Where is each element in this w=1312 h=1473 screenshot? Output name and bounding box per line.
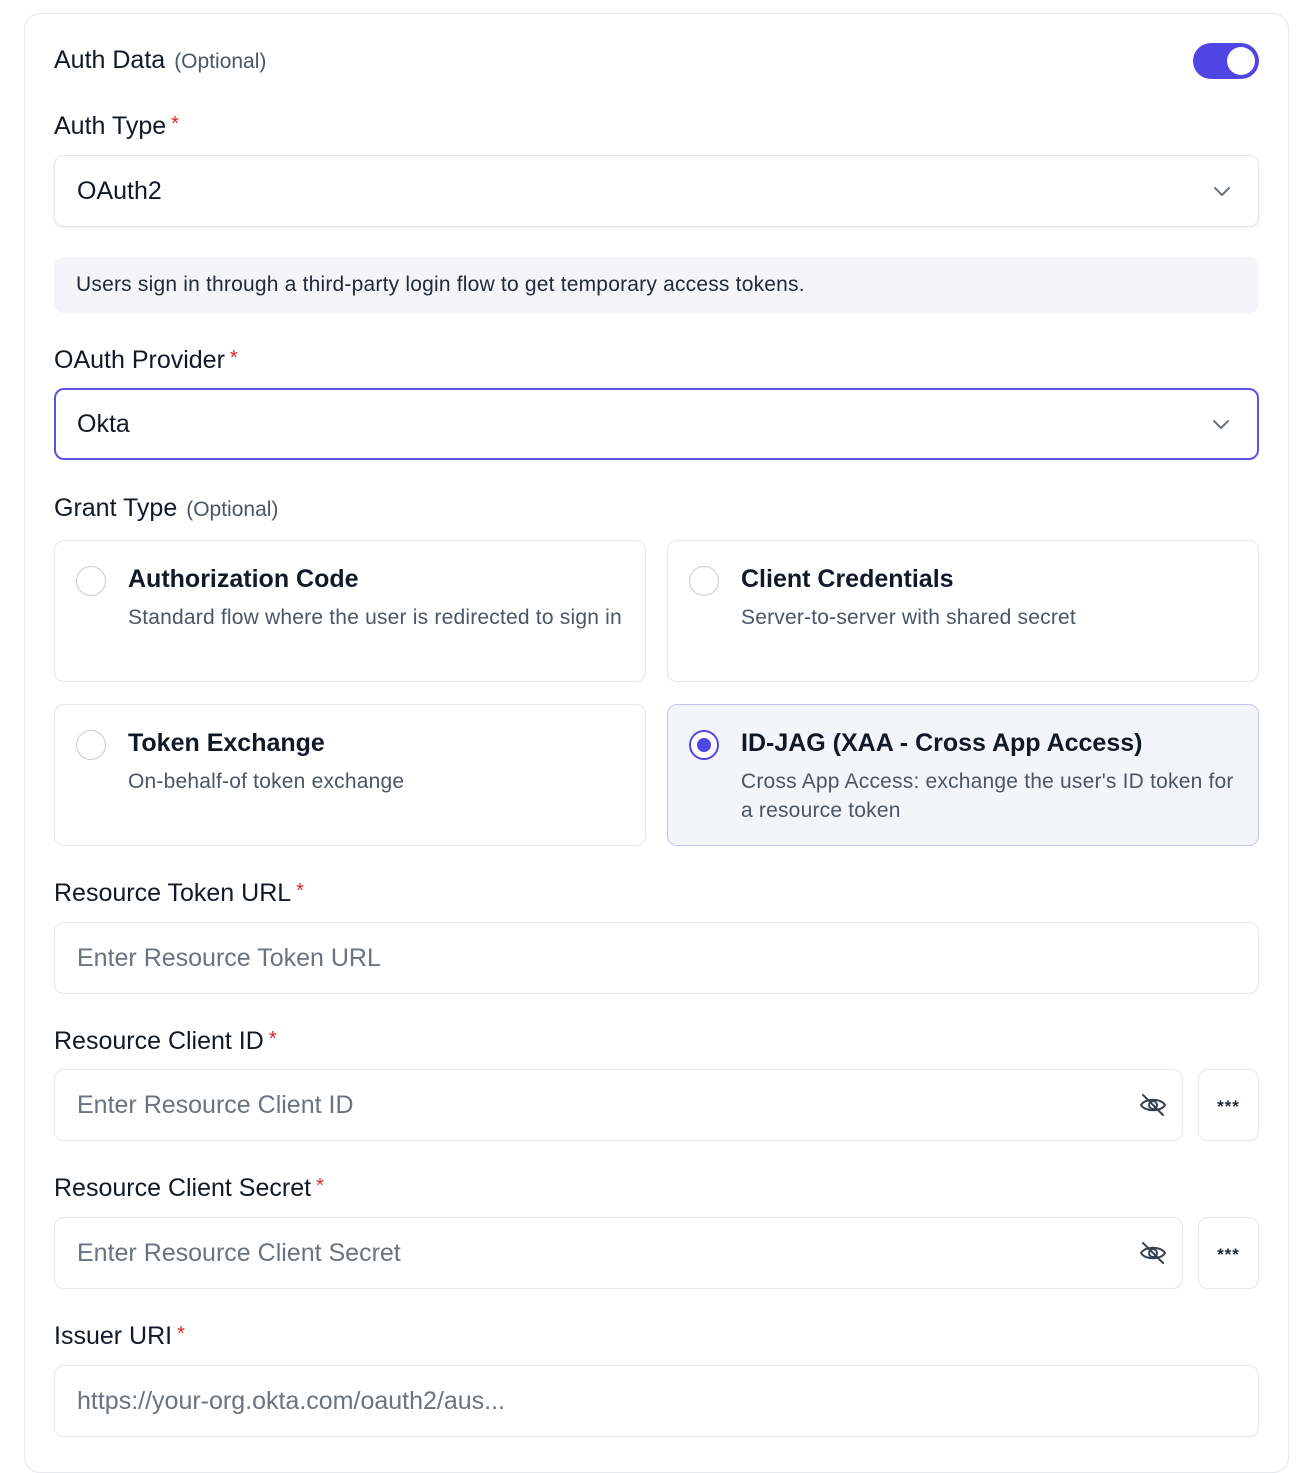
grant-option-title: ID-JAG (XAA - Cross App Access): [741, 729, 1143, 757]
oauth-provider-label-row: OAuth Provider *: [54, 346, 238, 375]
toggle-knob: [1227, 47, 1255, 75]
resource-client-id-field[interactable]: [54, 1069, 1183, 1141]
resource-token-url-field[interactable]: [54, 922, 1259, 994]
secret-toggle-button[interactable]: ***: [1198, 1217, 1259, 1289]
resource-client-secret-label-row: Resource Client Secret *: [54, 1174, 324, 1203]
auth-type-label: Auth Type: [54, 112, 167, 140]
required-asterisk: *: [316, 1175, 324, 1197]
grant-type-label-row: Grant Type (Optional): [54, 494, 278, 523]
issuer-uri-label: Issuer URI: [54, 1322, 173, 1350]
grant-option-title: Client Credentials: [741, 565, 954, 593]
grant-option-client-credentials[interactable]: Client Credentials Server-to-server with…: [667, 540, 1259, 682]
eye-off-icon[interactable]: [1138, 1238, 1168, 1268]
auth-type-label-row: Auth Type *: [54, 112, 179, 141]
resource-client-id-label: Resource Client ID: [54, 1027, 264, 1055]
required-asterisk: *: [229, 347, 238, 369]
grant-option-title: Token Exchange: [128, 729, 325, 757]
chevron-down-icon: [1214, 187, 1230, 196]
oauth-provider-label: OAuth Provider: [54, 346, 225, 374]
grant-type-optional: (Optional): [186, 498, 279, 521]
secret-toggle-button[interactable]: ***: [1198, 1069, 1259, 1141]
auth-data-header: Auth Data (Optional): [54, 46, 266, 75]
auth-type-info-text: Users sign in through a third-party logi…: [76, 273, 805, 296]
chevron-down-icon: [1213, 420, 1229, 429]
resource-client-secret-field[interactable]: [54, 1217, 1183, 1289]
oauth-provider-select[interactable]: Okta: [54, 388, 1259, 460]
grant-option-description: Cross App Access: exchange the user's ID…: [741, 770, 1234, 822]
oauth-provider-value: Okta: [77, 409, 130, 438]
issuer-uri-label-row: Issuer URI *: [54, 1322, 185, 1351]
auth-data-optional: (Optional): [174, 50, 267, 73]
resource-client-id-input[interactable]: [77, 1090, 1182, 1120]
radio-button[interactable]: [689, 566, 719, 596]
resource-token-url-input[interactable]: [77, 943, 1258, 973]
required-asterisk: *: [268, 1028, 277, 1050]
resource-client-secret-label: Resource Client Secret: [54, 1174, 312, 1202]
required-asterisk: *: [296, 880, 304, 902]
required-asterisk: *: [171, 113, 179, 135]
resource-token-url-label: Resource Token URL: [54, 879, 292, 907]
issuer-uri-input[interactable]: [77, 1386, 1258, 1416]
auth-type-value: OAuth2: [77, 176, 162, 205]
grant-option-title: Authorization Code: [128, 565, 359, 593]
grant-option-description: Standard flow where the user is redirect…: [128, 606, 622, 629]
issuer-uri-field[interactable]: [54, 1365, 1259, 1437]
resource-client-id-label-row: Resource Client ID *: [54, 1027, 277, 1056]
auth-type-select[interactable]: OAuth2: [54, 155, 1259, 227]
resource-token-url-label-row: Resource Token URL *: [54, 879, 304, 908]
resource-client-secret-input[interactable]: [77, 1238, 1182, 1268]
required-asterisk: *: [177, 1323, 185, 1345]
radio-button[interactable]: [76, 730, 106, 760]
radio-button-selected[interactable]: [689, 730, 719, 760]
grant-type-label: Grant Type: [54, 494, 178, 522]
grant-option-description: On-behalf-of token exchange: [128, 770, 405, 793]
eye-off-icon[interactable]: [1138, 1090, 1168, 1120]
grant-option-authorization-code[interactable]: Authorization Code Standard flow where t…: [54, 540, 646, 682]
grant-option-id-jag[interactable]: ID-JAG (XAA - Cross App Access) Cross Ap…: [667, 704, 1259, 846]
auth-data-label: Auth Data: [54, 46, 166, 74]
auth-data-toggle[interactable]: [1193, 43, 1259, 79]
auth-type-info: Users sign in through a third-party logi…: [54, 257, 1259, 313]
radio-button[interactable]: [76, 566, 106, 596]
grant-option-description: Server-to-server with shared secret: [741, 606, 1076, 629]
grant-option-token-exchange[interactable]: Token Exchange On-behalf-of token exchan…: [54, 704, 646, 846]
